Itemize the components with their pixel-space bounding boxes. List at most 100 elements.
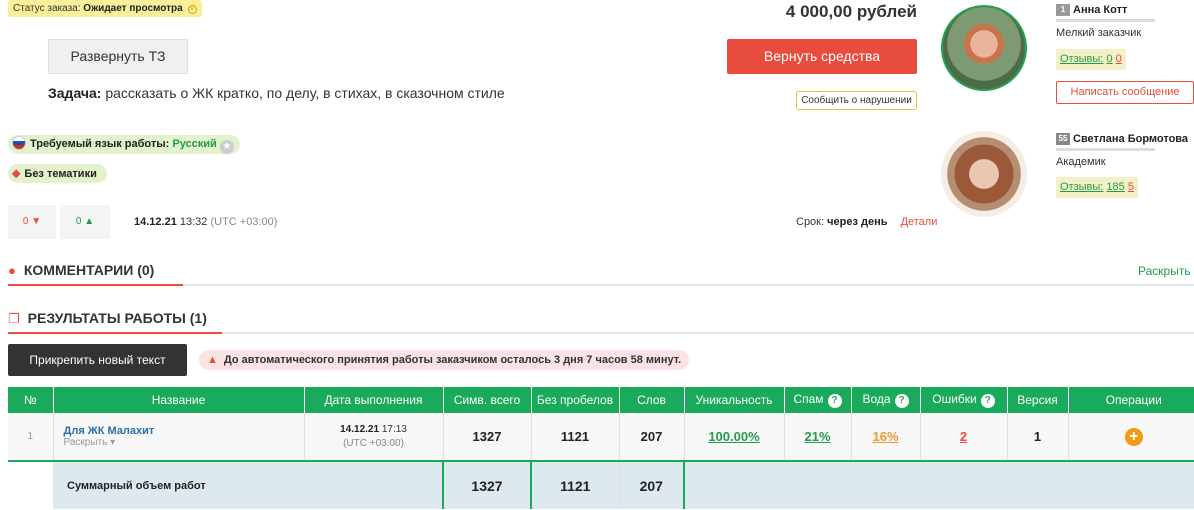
- author-reviews: Отзывы: 185 5: [1056, 177, 1138, 198]
- col-uniqueness: Уникальность: [684, 387, 785, 413]
- author-level-bar: [1056, 148, 1155, 151]
- topic-pill: ⬥ Без тематики: [8, 164, 107, 183]
- language-pill: Требуемый язык работы: Русский ★: [8, 135, 240, 154]
- status-close-icon[interactable]: ×: [187, 5, 197, 14]
- author-name[interactable]: Светлана Бормотова: [1073, 133, 1188, 145]
- table-header-row: № Название Дата выполнения Симв. всего Б…: [8, 387, 1194, 413]
- col-spam-label: Спам: [793, 392, 824, 406]
- row-date: 14.12.21: [340, 423, 380, 435]
- results-table: № Название Дата выполнения Симв. всего Б…: [8, 387, 1194, 509]
- vote-up-button[interactable]: 0 ▲: [60, 205, 110, 239]
- customer-info: 1 Анна Котт Мелкий заказчик: [1056, 4, 1155, 39]
- order-status-badge: Статус заказа: Ожидает просмотра ×: [8, 0, 202, 17]
- col-chars: Симв. всего: [443, 387, 532, 413]
- work-title-link[interactable]: Для ЖК Малахит: [64, 425, 304, 437]
- comments-divider: [8, 284, 1194, 286]
- customer-reviews-positive[interactable]: 0: [1106, 53, 1112, 65]
- row-errors[interactable]: 2: [960, 429, 967, 444]
- details-link[interactable]: Детали: [901, 216, 938, 228]
- row-water-cell: 16%: [851, 413, 921, 462]
- comments-expand-link[interactable]: Раскрыть: [1138, 264, 1191, 278]
- row-operations-cell: +: [1068, 413, 1194, 462]
- customer-reviews-negative[interactable]: 0: [1116, 53, 1122, 65]
- row-chars: 1327: [443, 413, 532, 462]
- order-date: 14.12.21: [134, 216, 177, 228]
- row-spam[interactable]: 21%: [804, 429, 830, 444]
- work-expand-toggle[interactable]: Раскрыть ▾: [64, 437, 304, 448]
- customer-role: Мелкий заказчик: [1056, 27, 1142, 39]
- customer-reviews-label[interactable]: Отзывы:: [1060, 53, 1103, 65]
- status-value: Ожидает просмотра: [83, 3, 183, 14]
- order-timezone: (UTC +03:00): [210, 216, 278, 228]
- comments-title: КОММЕНТАРИИ (0): [23, 262, 155, 278]
- summary-label: Суммарный объем работ: [53, 461, 444, 509]
- results-header: ❐ РЕЗУЛЬТАТЫ РАБОТЫ (1): [8, 310, 207, 327]
- topic-label: Без тематики: [24, 168, 97, 180]
- col-words: Слов: [619, 387, 685, 413]
- add-operation-icon[interactable]: +: [1124, 427, 1143, 446]
- refund-button[interactable]: Вернуть средства: [727, 39, 917, 74]
- col-no-spaces: Без пробелов: [531, 387, 620, 413]
- task-text: рассказать о ЖК кратко, по делу, в стиха…: [105, 85, 505, 101]
- comments-icon: ●: [8, 263, 16, 278]
- customer-name-row[interactable]: 1 Анна Котт: [1056, 4, 1155, 16]
- write-message-button[interactable]: Написать сообщение: [1056, 81, 1194, 104]
- customer-reviews: Отзывы: 0 0: [1056, 49, 1126, 70]
- row-no-spaces: 1121: [531, 413, 620, 462]
- col-spam: Спам?: [784, 387, 852, 413]
- deadline-label: Срок:: [796, 216, 825, 228]
- copy-icon: ❐: [8, 311, 20, 326]
- customer-level-badge: 1: [1056, 4, 1070, 16]
- work-expand-label: Раскрыть: [63, 437, 108, 448]
- auto-accept-text: До автоматического принятия работы заказ…: [223, 354, 682, 366]
- customer-level-bar: [1056, 19, 1155, 22]
- language-label: Требуемый язык работы:: [30, 138, 170, 150]
- customer-name[interactable]: Анна Котт: [1073, 4, 1127, 16]
- task-description: Задача: рассказать о ЖК кратко, по делу,…: [48, 85, 505, 101]
- errors-help-icon[interactable]: ?: [980, 394, 995, 408]
- row-time: 17:13: [381, 423, 407, 435]
- russia-flag-icon: [12, 136, 26, 150]
- author-reviews-positive[interactable]: 185: [1106, 181, 1124, 193]
- order-price: 4 000,00 рублей: [785, 2, 917, 21]
- status-label: Статус заказа:: [13, 3, 81, 14]
- thumbs-up-icon: ▲: [84, 216, 95, 227]
- deadline: Срок: через день Детали: [796, 216, 937, 228]
- row-timezone: (UTC +03:00): [343, 437, 404, 449]
- col-water-label: Вода: [862, 392, 891, 406]
- row-errors-cell: 2: [920, 413, 1008, 462]
- author-level-badge: 55: [1056, 133, 1070, 145]
- author-avatar[interactable]: [941, 131, 1027, 217]
- author-reviews-negative[interactable]: 5: [1128, 181, 1134, 193]
- row-words: 207: [619, 413, 685, 462]
- summary-row: Суммарный объем работ 1327 1121 207: [8, 461, 1194, 509]
- col-operations: Операции: [1068, 387, 1194, 413]
- row-water[interactable]: 16%: [872, 429, 898, 444]
- author-name-row[interactable]: 55 Светлана Бормотова: [1056, 133, 1188, 145]
- row-name-cell: Для ЖК Малахит Раскрыть ▾: [53, 413, 305, 462]
- attach-text-button[interactable]: Прикрепить новый текст: [8, 344, 187, 376]
- author-reviews-label[interactable]: Отзывы:: [1060, 181, 1103, 193]
- summary-rest: [683, 461, 1194, 509]
- water-help-icon[interactable]: ?: [894, 394, 909, 408]
- row-date-cell: 14.12.21 17:13 (UTC +03:00): [304, 413, 444, 462]
- col-errors: Ошибки?: [920, 387, 1008, 413]
- row-uniqueness[interactable]: 100.00%: [708, 429, 759, 444]
- expand-tz-button[interactable]: Развернуть ТЗ: [48, 39, 188, 74]
- row-uniqueness-cell: 100.00%: [684, 413, 785, 462]
- order-time: 13:32: [179, 216, 208, 228]
- star-icon[interactable]: ★: [219, 140, 234, 154]
- summary-chars: 1327: [442, 461, 532, 509]
- author-role: Академик: [1056, 156, 1106, 168]
- vote-up-count: 0: [75, 216, 82, 227]
- table-row: 1 Для ЖК Малахит Раскрыть ▾ 14.12.21 17:…: [8, 413, 1194, 462]
- author-info: 55 Светлана Бормотова Академик: [1056, 133, 1188, 168]
- spam-help-icon[interactable]: ?: [827, 394, 842, 408]
- vote-down-button[interactable]: 0 ▼: [8, 205, 56, 239]
- col-water: Вода?: [851, 387, 921, 413]
- comments-header[interactable]: ● КОММЕНТАРИИ (0): [8, 262, 154, 278]
- language-value: Русский: [172, 138, 217, 150]
- customer-avatar[interactable]: [941, 5, 1027, 91]
- report-violation-button[interactable]: Сообщить о нарушении: [796, 91, 917, 110]
- order-datetime: 14.12.21 13:32 (UTC +03:00): [134, 216, 277, 228]
